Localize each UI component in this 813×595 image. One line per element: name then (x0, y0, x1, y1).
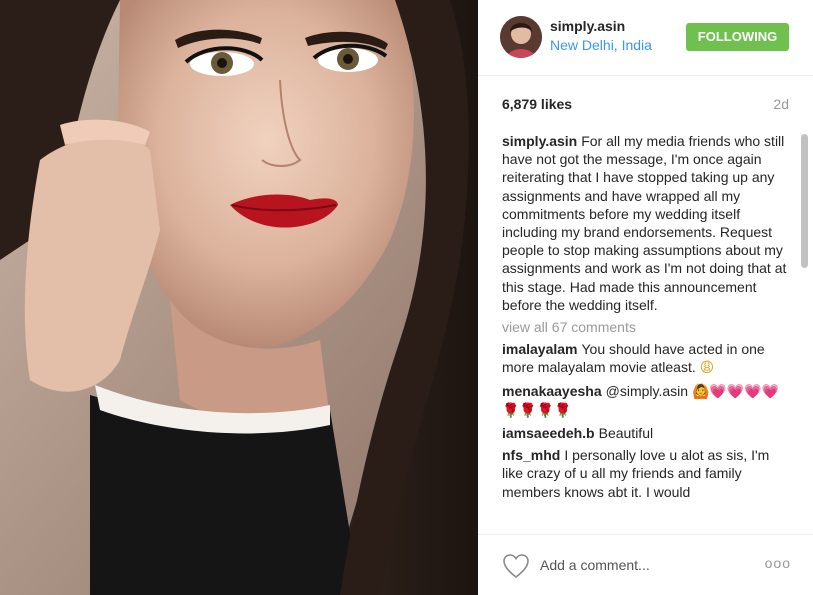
heart-outline-icon[interactable] (502, 553, 530, 579)
weary-face-emoji: 😩 (699, 360, 715, 377)
caption-text: For all my media friends who still have … (502, 133, 787, 313)
portrait-image (0, 0, 478, 595)
comment-item: iamsaeedeh.b Beautiful (502, 424, 792, 442)
caption-author[interactable]: simply.asin (502, 133, 577, 149)
post-details-panel: simply.asin New Delhi, India FOLLOWING 6… (478, 0, 813, 595)
post-timestamp[interactable]: 2d (773, 96, 789, 112)
following-button[interactable]: FOLLOWING (686, 23, 789, 51)
post-location[interactable]: New Delhi, India (550, 37, 652, 53)
view-all-comments-link[interactable]: view all 67 comments (502, 318, 792, 336)
comment-item: imalayalam You should have acted in one m… (502, 340, 792, 377)
post-username[interactable]: simply.asin (550, 18, 625, 34)
more-options-icon[interactable]: ooo (765, 555, 791, 571)
caption: simply.asin For all my media friends who … (502, 132, 792, 314)
scrollbar-thumb[interactable] (801, 134, 808, 268)
avatar[interactable] (500, 16, 542, 58)
comment-mention[interactable]: @simply.asin (606, 383, 688, 399)
comment-author[interactable]: iamsaeedeh.b (502, 425, 595, 441)
likes-count[interactable]: 6,879 likes (502, 96, 572, 112)
comment-item: menakaayesha @simply.asin 🙆💗💗💗💗 🌹🌹🌹🌹 (502, 382, 792, 420)
comments-list[interactable]: simply.asin For all my media friends who … (502, 132, 792, 530)
comment-author[interactable]: nfs_mhd (502, 447, 560, 463)
comment-author[interactable]: imalayalam (502, 341, 578, 357)
add-comment-input[interactable] (540, 553, 760, 577)
likes-row: 6,879 likes 2d (478, 90, 813, 120)
comments-scrollbar[interactable] (801, 134, 808, 530)
comment-text: Beautiful (598, 425, 654, 442)
comment-footer: ooo (478, 534, 813, 595)
post-photo[interactable] (0, 0, 478, 595)
comment-item: nfs_mhd I personally love u alot as sis, … (502, 446, 792, 501)
post-header: simply.asin New Delhi, India FOLLOWING (478, 0, 813, 76)
comment-author[interactable]: menakaayesha (502, 383, 602, 399)
